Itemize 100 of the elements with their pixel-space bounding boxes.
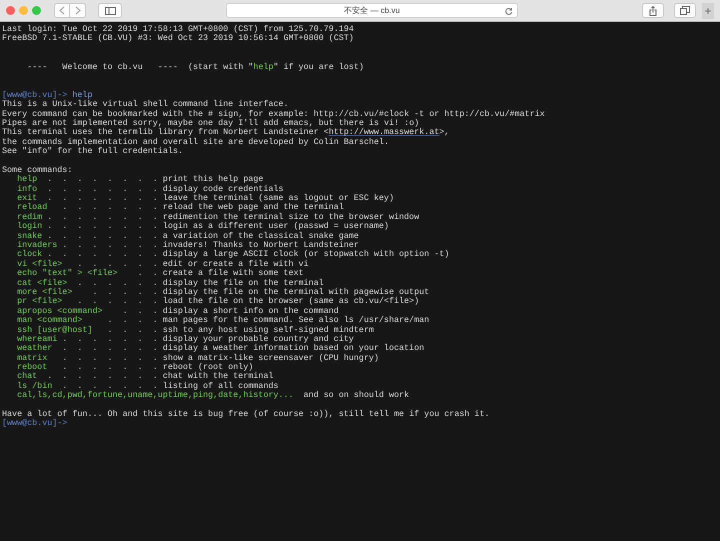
command-name: info — [17, 184, 38, 194]
command-description: create a file with some text — [162, 269, 304, 278]
dot-leader: . . . . . . . — [62, 363, 158, 372]
terminal-line: Some commands: — [2, 166, 72, 175]
command-description: and so on should work — [304, 391, 410, 401]
dot-leader: . . . . . . — [77, 278, 158, 288]
website-link[interactable]: http://www.masswerk.at — [328, 128, 440, 138]
forward-icon — [74, 6, 80, 15]
command-description: display the file on the terminal with pagewise output — [162, 288, 430, 297]
shell-prompt: [www@cb.vu]-> — [2, 419, 68, 429]
forward-button[interactable] — [70, 3, 86, 18]
command-description: load the file on the browser (same as cb.vu/<file>) — [162, 297, 420, 306]
command-name: apropos <command> — [17, 306, 103, 316]
command-description: display a short info on the command — [162, 306, 339, 316]
command-name: weather — [17, 344, 52, 354]
sidebar-button[interactable] — [98, 3, 122, 18]
command-description: redimention the terminal size to the browser window — [162, 212, 420, 222]
command-description: reload the web page and the terminal — [162, 203, 344, 212]
dot-leader: . . . . . . . — [62, 344, 158, 354]
command-description: edit or create a file with vi — [162, 260, 309, 269]
command-description: man pages for the command. See also ls /usr/share/man — [162, 316, 430, 326]
command-name: invaders — [17, 240, 58, 250]
terminal-line: Last login: Tue Oct 22 2019 17:58:13 GMT+0800 (CST) from 125.70.79.194 — [2, 25, 354, 34]
command-description: leave the terminal (same as logout or ESC key) — [162, 194, 394, 204]
command-highlight: help — [253, 62, 274, 72]
close-window-icon[interactable] — [6, 6, 15, 15]
maximize-window-icon[interactable] — [32, 6, 41, 15]
terminal-text: This terminal uses the termlib library from Norbert Landsteiner < — [2, 128, 329, 138]
dot-leader: . . . . — [108, 316, 158, 326]
back-button[interactable] — [54, 3, 70, 18]
terminal-line: the commands implementation and overall site are developed by Colin Barschel. — [2, 138, 389, 147]
command-name: clock — [17, 250, 42, 260]
terminal-text: " if you are lost) — [273, 62, 364, 72]
command-name: ls /bin — [17, 382, 52, 391]
command-description: ssh to any host using self-signed mindterm — [162, 326, 374, 334]
command-description: chat with the terminal — [162, 372, 274, 382]
dot-leader: . . . . . . . — [62, 354, 158, 364]
new-tab-button[interactable]: + — [702, 2, 714, 18]
terminal-line: FreeBSD 7.1-STABLE (CB.VU) #3: Wed Oct 23 2019 10:56:14 GMT+0800 (CST) — [2, 34, 354, 44]
address-text: 不安全 — cb.vu — [343, 6, 401, 14]
command-description: print this help page — [162, 175, 264, 184]
typed-command: help — [72, 90, 92, 100]
command-name: whereami — [17, 334, 58, 344]
dot-leader: . . . . . . . . — [47, 212, 158, 222]
dot-leader: . . . . . . . . — [47, 250, 158, 260]
dot-leader: . . . . — [108, 326, 158, 335]
share-button[interactable] — [642, 3, 664, 18]
back-icon — [59, 6, 65, 15]
command-description: a variation of the classical snake game — [162, 232, 359, 241]
command-name: snake — [17, 232, 42, 241]
tabs-icon — [680, 6, 690, 15]
command-name: help — [17, 175, 38, 184]
command-name: matrix — [17, 354, 48, 363]
command-name: vi <file> — [17, 260, 62, 269]
dot-leader: . . . . . . . . — [47, 222, 158, 232]
shell-prompt: [www@cb.vu]-> — [2, 90, 68, 100]
dot-leader: . . . . . . — [77, 297, 158, 306]
dot-leader: . . . . . . . . — [47, 194, 158, 204]
dot-leader: . . . . . — [92, 288, 158, 298]
dot-leader: . . . — [122, 306, 158, 316]
address-bar[interactable]: 不安全 — cb.vu — [226, 3, 518, 18]
command-description: listing of all commands — [162, 382, 278, 391]
dot-leader: . . . . . . . — [62, 203, 158, 213]
command-name: reload — [17, 203, 48, 212]
share-icon — [649, 6, 657, 16]
command-description: display a large ASCII clock (or stopwatch with option -t) — [162, 250, 450, 260]
command-name: chat — [17, 372, 38, 382]
dot-leader: . . . . . . . . — [47, 232, 158, 241]
tabs-button[interactable] — [674, 3, 696, 18]
command-name: reboot — [17, 363, 48, 372]
terminal-text: ---- Welcome to cb.vu ---- (start with " — [26, 62, 254, 72]
dot-leader: . . . . . . — [77, 260, 158, 269]
command-name: pr <file> — [17, 297, 62, 306]
command-name: echo "text" > <file> — [17, 269, 118, 278]
command-description: display your probable country and city — [162, 334, 354, 344]
terminal-line: Every command can be bookmarked with the # sign, for example: http://cb.vu/#clock -t or http://cb.vu/#matrix — [2, 110, 545, 119]
command-description: reboot (root only) — [162, 363, 254, 372]
dot-leader: . . . . . . . — [62, 382, 158, 391]
dot-leader: . . . . . . . . — [47, 372, 158, 382]
command-name: ssh [user@host] — [17, 326, 92, 334]
terminal-line: Pipes are not implemented sorry, maybe one day I'll add emacs, but there is vi! :o) — [2, 118, 420, 128]
dot-leader: . . . . . . . — [62, 334, 158, 344]
dot-leader: . . . . . . . . — [47, 175, 158, 185]
command-name: man <command> — [17, 316, 82, 326]
command-description: show a matrix-like screensaver (CPU hungry) — [162, 354, 379, 363]
reload-icon[interactable] — [505, 6, 513, 14]
command-name: cal,ls,cd,pwd,fortune,uname,uptime,ping,date,history... — [17, 391, 294, 401]
command-description: display a weather information based on your location — [162, 344, 424, 354]
command-name: exit — [17, 194, 38, 204]
terminal-line: This is a Unix-like virtual shell command line interface. — [2, 100, 288, 110]
terminal-line: Have a lot of fun... Oh and this site is bug free (of course :o)), still tell me if you crash it. — [2, 410, 490, 420]
command-name: more <file> — [17, 288, 72, 297]
command-description: display the file on the terminal — [162, 278, 324, 288]
terminal-line: See "info" for the full credentials. — [2, 147, 183, 156]
command-description: display code credentials — [162, 184, 284, 194]
command-description: invaders! Thanks to Norbert Landsteiner — [162, 240, 359, 250]
command-name: redim — [17, 212, 42, 222]
command-name: cat <file> — [17, 278, 68, 288]
command-name: login — [17, 222, 42, 232]
dot-leader: . . . . . . . . — [47, 184, 158, 194]
